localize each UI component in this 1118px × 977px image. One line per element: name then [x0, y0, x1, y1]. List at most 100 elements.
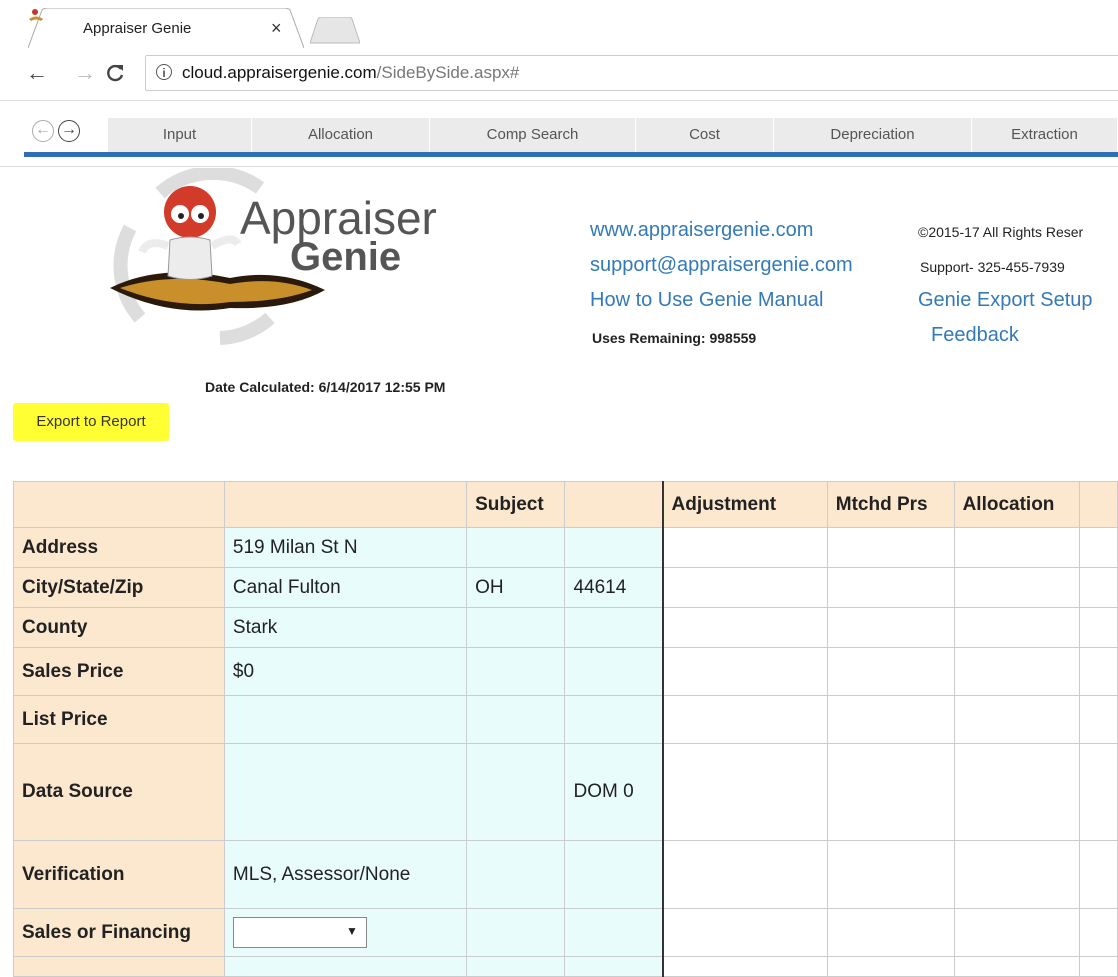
- close-icon[interactable]: ×: [271, 18, 282, 39]
- cell: [1079, 908, 1118, 957]
- appraiser-genie-logo: Appraiser Genie: [100, 165, 470, 348]
- cell: [564, 695, 664, 744]
- cell: [661, 527, 828, 568]
- browser-tab[interactable]: Appraiser Genie ×: [28, 8, 304, 48]
- sales-financing-select[interactable]: ▼: [232, 917, 367, 948]
- header-mtchd-prs: Mtchd Prs: [826, 481, 955, 528]
- cell: [466, 527, 566, 568]
- cell: [826, 527, 955, 568]
- info-icon[interactable]: i: [156, 64, 172, 80]
- cell: [223, 743, 468, 841]
- url-path: /SideBySide.aspx#: [376, 63, 520, 82]
- forward-circle-icon[interactable]: →: [58, 120, 80, 142]
- cell: [661, 647, 828, 696]
- table-row: List Price: [13, 695, 1118, 744]
- row-label: County: [13, 607, 225, 648]
- menu-bar: Input Allocation Comp Search Cost Deprec…: [108, 118, 1118, 152]
- browser-tab-bar: Appraiser Genie ×: [0, 0, 1118, 48]
- divider: [0, 166, 1118, 167]
- back-arrow-icon[interactable]: ←: [26, 60, 48, 86]
- row-label: Verification: [13, 840, 225, 909]
- header-cell: [223, 481, 468, 528]
- cell: [826, 695, 955, 744]
- cell: Stark: [223, 607, 468, 648]
- manual-link[interactable]: How to Use Genie Manual: [590, 289, 823, 312]
- support-phone: Support- 325-455-7939: [920, 259, 1065, 275]
- cell: [564, 908, 664, 957]
- cell: [953, 908, 1081, 957]
- export-to-report-button[interactable]: Export to Report: [13, 403, 169, 441]
- address-bar: ← → i cloud.appraisergenie.com/SideBySid…: [0, 48, 1118, 101]
- table-row: Verification MLS, Assessor/None: [13, 840, 1118, 909]
- app-nav: ← → Input Allocation Comp Search Cost De…: [24, 118, 1118, 157]
- cell: [661, 743, 828, 841]
- cell: [223, 695, 468, 744]
- cell: [826, 607, 955, 648]
- cell: [953, 695, 1081, 744]
- cell: [466, 647, 566, 696]
- copyright-text: ©2015-17 All Rights Reser: [918, 224, 1084, 240]
- cell: MLS, Assessor/None: [223, 840, 468, 909]
- url-host: cloud.appraisergenie.com: [182, 63, 377, 82]
- header-adjustment: Adjustment: [661, 481, 828, 528]
- menu-item-allocation[interactable]: Allocation: [252, 118, 430, 152]
- cell: [826, 908, 955, 957]
- cell: [1079, 647, 1118, 696]
- date-calculated: Date Calculated: 6/14/2017 12:55 PM: [205, 379, 446, 395]
- cell: [466, 956, 566, 977]
- new-tab-button[interactable]: [310, 17, 360, 47]
- table-row: City/State/Zip Canal Fulton OH 44614: [13, 567, 1118, 608]
- row-label: Sales Price: [13, 647, 225, 696]
- table-row: Sales or Financing ▼: [13, 908, 1118, 957]
- table-row: County Stark: [13, 607, 1118, 648]
- website-link[interactable]: www.appraisergenie.com: [590, 219, 813, 242]
- row-label: [13, 956, 225, 977]
- cell: [661, 908, 828, 957]
- table-header-row: Subject Adjustment Mtchd Prs Allocation: [13, 481, 1118, 528]
- cell: [953, 840, 1081, 909]
- cell: $0: [223, 647, 468, 696]
- menu-item-input[interactable]: Input: [108, 118, 252, 152]
- feedback-link[interactable]: Feedback: [931, 324, 1019, 347]
- url-input[interactable]: i cloud.appraisergenie.com/SideBySide.as…: [145, 55, 1118, 91]
- row-label: Sales or Financing: [13, 908, 225, 957]
- header-cell: [13, 481, 225, 528]
- cell: [466, 607, 566, 648]
- logo-word-genie: Genie: [290, 235, 401, 279]
- cell: [1079, 840, 1118, 909]
- cell: [564, 527, 664, 568]
- table-row: Data Source DOM 0: [13, 743, 1118, 841]
- back-circle-icon[interactable]: ←: [32, 120, 54, 142]
- menu-item-extraction[interactable]: Extraction: [972, 118, 1118, 152]
- header-allocation: Allocation: [953, 481, 1081, 528]
- cell: [826, 840, 955, 909]
- cell: [466, 908, 566, 957]
- cell: [826, 743, 955, 841]
- cell: ▼: [223, 908, 468, 957]
- cell: [1079, 527, 1118, 568]
- export-setup-link[interactable]: Genie Export Setup: [918, 289, 1093, 312]
- cell: [953, 647, 1081, 696]
- reload-icon[interactable]: [104, 62, 126, 84]
- uses-remaining: Uses Remaining: 998559: [592, 330, 757, 346]
- genie-logo-graphic: Appraiser Genie: [110, 165, 437, 345]
- menu-item-comp-search[interactable]: Comp Search: [430, 118, 636, 152]
- cell: [661, 956, 828, 977]
- menu-item-cost[interactable]: Cost: [636, 118, 774, 152]
- cell: [661, 607, 828, 648]
- cell: [953, 527, 1081, 568]
- cell: 519 Milan St N: [223, 527, 468, 568]
- header-cell: [564, 481, 664, 528]
- cell: [826, 956, 955, 977]
- menu-item-depreciation[interactable]: Depreciation: [774, 118, 972, 152]
- cell: [953, 743, 1081, 841]
- forward-arrow-icon[interactable]: →: [74, 60, 96, 86]
- cell: [1079, 567, 1118, 608]
- row-label: Data Source: [13, 743, 225, 841]
- cell: [564, 840, 664, 909]
- header-cell: [1079, 481, 1118, 528]
- cell: OH: [466, 567, 566, 608]
- row-label: List Price: [13, 695, 225, 744]
- email-link[interactable]: support@appraisergenie.com: [590, 254, 853, 277]
- cell: [953, 607, 1081, 648]
